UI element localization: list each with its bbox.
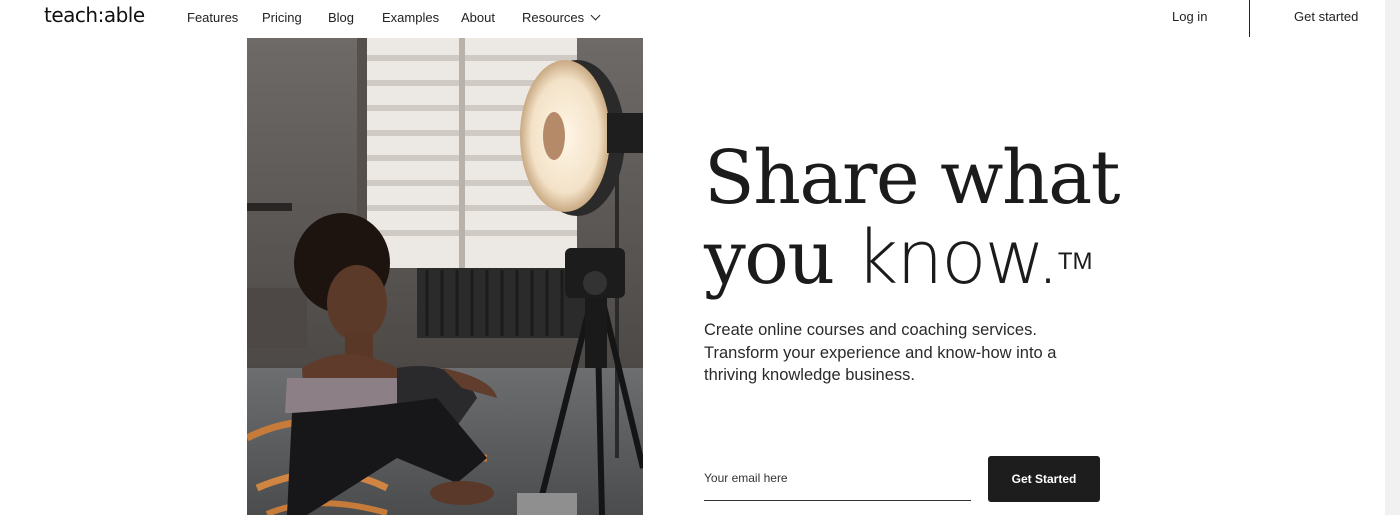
nav-link-blog[interactable]: Blog	[328, 10, 354, 25]
page-scrollbar[interactable]	[1385, 0, 1400, 515]
top-nav: teach:able Features Pricing Blog Example…	[0, 0, 1400, 37]
get-started-button[interactable]: Get Started	[988, 456, 1100, 502]
nav-get-started-link[interactable]: Get started	[1294, 9, 1358, 24]
nav-link-features[interactable]: Features	[187, 10, 238, 25]
creator-filming-photo	[247, 38, 643, 515]
email-field-wrapper	[704, 468, 971, 501]
nav-link-about[interactable]: About	[461, 10, 495, 25]
teachable-logo[interactable]: teach:able	[44, 3, 145, 27]
nav-link-resources[interactable]: Resources	[522, 10, 601, 25]
hero-headline: Share what you know.TM	[704, 135, 1121, 298]
email-input[interactable]	[704, 468, 971, 488]
login-link[interactable]: Log in	[1172, 9, 1207, 24]
trademark-mark: TM	[1057, 248, 1093, 275]
headline-line-1: Share what	[704, 135, 1121, 221]
headline-line-2-know: know.	[855, 215, 1060, 301]
hero-photo	[247, 38, 643, 515]
nav-link-pricing[interactable]: Pricing	[262, 10, 302, 25]
chevron-down-icon	[590, 10, 601, 21]
nav-divider	[1249, 0, 1250, 37]
nav-link-resources-label: Resources	[522, 10, 585, 25]
nav-link-examples[interactable]: Examples	[382, 10, 439, 25]
headline-line-2: you know.TM	[704, 218, 1119, 298]
hero-subtext: Create online courses and coaching servi…	[704, 321, 1057, 384]
headline-line-2-you: you	[704, 215, 856, 301]
